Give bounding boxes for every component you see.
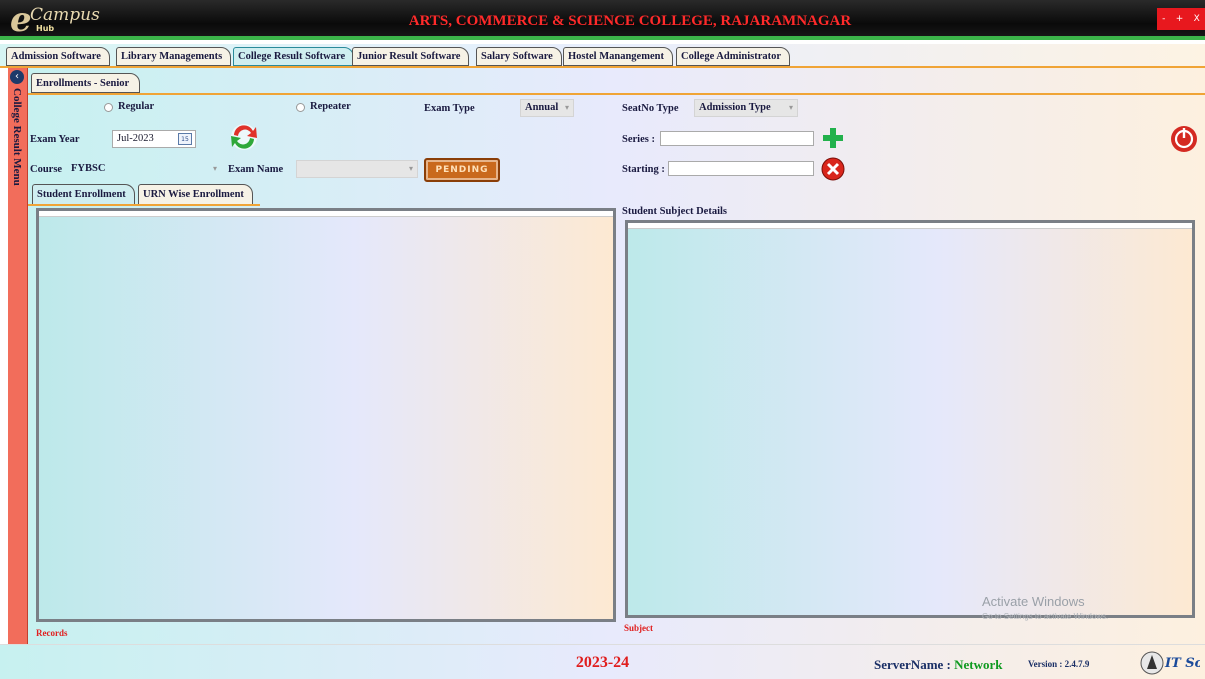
enrollment-tabs: Student Enrollment URN Wise Enrollment [28, 184, 1205, 208]
itsoft-logo: IT Soft [1140, 651, 1200, 675]
tab-salary-software[interactable]: Salary Software [476, 47, 562, 66]
seatno-type-label: SeatNo Type [622, 103, 679, 114]
tab-urn-wise-enrollment[interactable]: URN Wise Enrollment [138, 184, 253, 205]
sidebar-label: College Result Menu [11, 88, 23, 186]
tab-junior-result-software[interactable]: Junior Result Software [352, 47, 470, 66]
chevron-down-icon: ▾ [212, 164, 217, 173]
student-enrollment-grid[interactable] [36, 208, 616, 622]
delete-icon[interactable] [820, 157, 846, 181]
power-icon[interactable] [1168, 124, 1200, 154]
pending-button[interactable]: PENDING [424, 158, 500, 182]
tab-library-managements[interactable]: Library Managements [116, 47, 232, 66]
tab-student-enrollment[interactable]: Student Enrollment [32, 184, 135, 205]
subtab-divider [28, 93, 1205, 95]
chevron-down-icon: ▾ [564, 103, 569, 112]
student-subject-grid[interactable] [625, 220, 1195, 618]
exam-type-dropdown[interactable]: Annual ▾ [520, 99, 574, 117]
college-title: ARTS, COMMERCE & SCIENCE COLLEGE, RAJARA… [408, 13, 852, 29]
activate-windows-subtext: Go to Settings to activate Windows. [982, 612, 1109, 621]
server-label: ServerName : [874, 657, 955, 672]
session-year: 2023-24 [575, 654, 630, 671]
exam-year-label: Exam Year [30, 134, 80, 145]
starting-label: Starting : [622, 164, 665, 175]
chevron-down-icon: ▾ [788, 103, 793, 112]
seatno-type-value: Admission Type [699, 102, 771, 113]
repeater-radio[interactable] [296, 103, 305, 112]
records-label: Records [36, 628, 68, 638]
course-value: FYBSC [71, 163, 106, 174]
tab-admission-software[interactable]: Admission Software [6, 47, 110, 66]
version-label: Version : 2.4.7.9 [1028, 659, 1090, 669]
server-name: ServerName : Network [874, 657, 1003, 673]
exam-type-value: Annual [525, 102, 559, 113]
calendar-icon[interactable]: 15 [178, 133, 192, 145]
add-icon[interactable] [820, 126, 846, 150]
tab-college-administrator[interactable]: College Administrator [676, 47, 791, 66]
close-window-button[interactable]: X [1194, 14, 1200, 24]
regular-radio[interactable] [104, 103, 113, 112]
maximize-button[interactable]: + [1176, 14, 1184, 24]
course-label: Course [30, 164, 63, 175]
seatno-type-dropdown[interactable]: Admission Type ▾ [694, 99, 798, 117]
exam-type-label: Exam Type [424, 103, 475, 114]
series-input[interactable] [660, 131, 814, 146]
tab-college-result-software[interactable]: College Result Software [233, 47, 355, 66]
window-controls[interactable]: - + X [1157, 8, 1205, 30]
starting-input[interactable] [668, 161, 814, 176]
college-result-menu[interactable]: ‹ College Result Menu [8, 68, 28, 644]
tab-hostel-manangement[interactable]: Hostel Manangement [563, 47, 673, 66]
exam-name-label: Exam Name [228, 164, 284, 175]
exam-year-picker[interactable]: Jul-2023 15 [112, 130, 196, 148]
server-value: Network [954, 657, 1003, 672]
status-bar: 2023-24 ServerName : Network Version : 2… [0, 644, 1205, 679]
tab-enrollments-senior[interactable]: Enrollments - Senior [31, 73, 141, 93]
course-dropdown[interactable]: FYBSC ▾ [66, 160, 222, 178]
main-area: Enrollments - Senior Regular Repeater Ex… [28, 68, 1205, 644]
module-tabs: Admission Software Library Managements C… [0, 44, 1205, 68]
title-strip [0, 36, 1205, 40]
activate-windows-watermark: Activate Windows [982, 594, 1085, 609]
student-subject-details-title: Student Subject Details [622, 206, 728, 217]
title-bar: e Campus Hub ARTS, COMMERCE & SCIENCE CO… [0, 0, 1205, 40]
chevron-down-icon: ▾ [408, 164, 413, 173]
refresh-icon[interactable] [226, 121, 262, 153]
grid-header [628, 223, 1192, 229]
repeater-label: Repeater [310, 101, 351, 112]
chevron-left-icon[interactable]: ‹ [10, 70, 24, 84]
brand-text: IT Soft [1164, 656, 1200, 671]
regular-label: Regular [118, 101, 155, 112]
exam-name-dropdown[interactable]: ▾ [296, 160, 418, 178]
minimize-button[interactable]: - [1162, 14, 1165, 24]
enrollment-tab-divider [28, 204, 260, 206]
subject-label: Subject [624, 623, 653, 633]
exam-year-value: Jul-2023 [117, 133, 154, 144]
grid-header [39, 211, 613, 217]
series-label: Series : [622, 134, 655, 145]
